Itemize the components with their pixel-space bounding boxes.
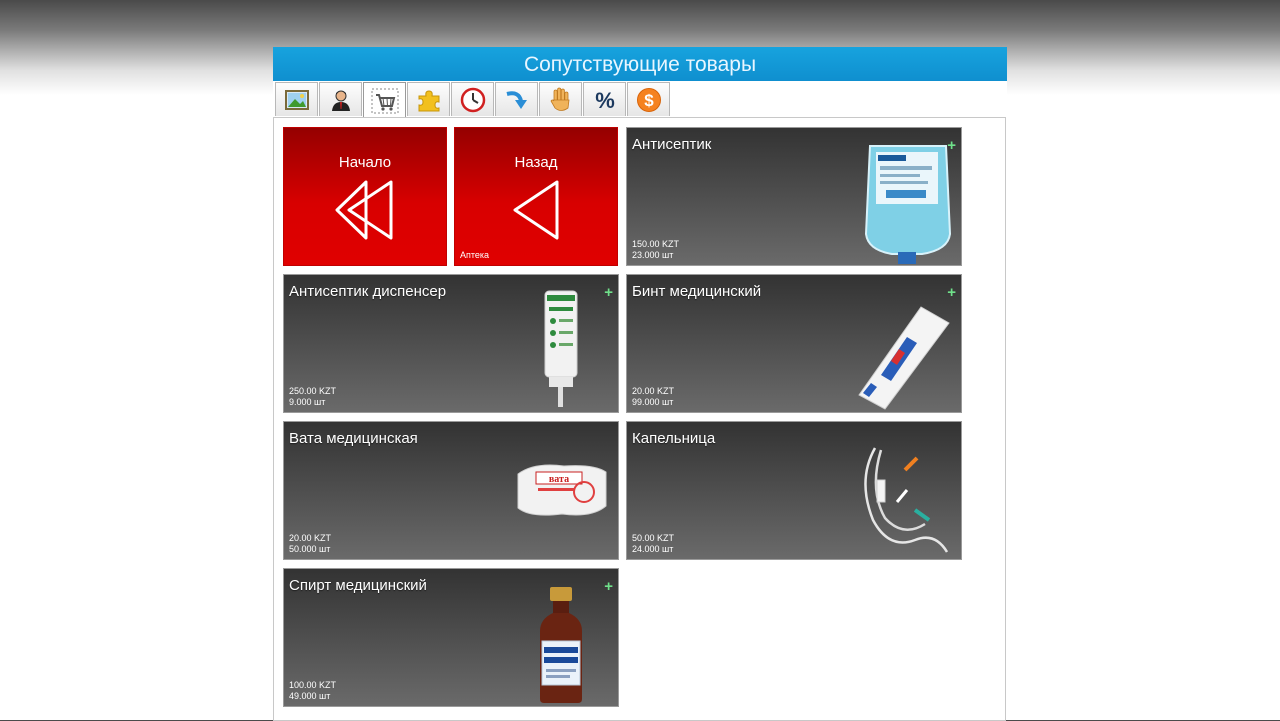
back-category: Аптека (460, 250, 490, 260)
product-price: 150.00 KZT (632, 239, 680, 249)
tool-button-percent[interactable]: % (583, 82, 626, 116)
tool-button-cart[interactable] (363, 82, 406, 118)
percent-icon: % (595, 88, 615, 113)
cotton-package-image: вата (517, 464, 607, 516)
product-tile[interactable]: Антисептик + 150.00 KZT 23.000 шт (626, 127, 962, 266)
product-name: Капельница (632, 430, 716, 447)
add-icon[interactable]: + (947, 284, 956, 301)
bandage-package-image (858, 306, 950, 410)
product-quantity: 99.000 шт (632, 397, 674, 407)
back-label: Назад (514, 154, 558, 171)
svg-text:%: % (595, 88, 615, 113)
product-tile[interactable]: Антисептик диспенсер + 250.00 KZT 9.000 … (283, 274, 619, 413)
product-tile[interactable]: Капельница 50.00 KZT 24.000 шт (626, 421, 962, 560)
tool-button-dollar[interactable]: $ (627, 82, 670, 116)
tool-button-turn[interactable] (495, 82, 538, 116)
product-quantity: 50.000 шт (289, 544, 331, 554)
product-name: Бинт медицинский (632, 283, 762, 300)
product-price: 20.00 KZT (289, 533, 332, 543)
tool-button-hand[interactable] (539, 82, 582, 116)
left-arrow-icon (513, 180, 559, 240)
puzzle-icon (418, 89, 439, 111)
product-quantity: 49.000 шт (289, 691, 331, 701)
product-price: 50.00 KZT (632, 533, 675, 543)
product-quantity: 23.000 шт (632, 250, 674, 260)
product-name: Антисептик диспенсер (289, 283, 447, 300)
product-quantity: 9.000 шт (289, 397, 326, 407)
clock-icon (460, 87, 485, 112)
image-icon (284, 89, 309, 110)
home-tile[interactable]: Начало (283, 127, 447, 266)
tool-button-clock[interactable] (451, 82, 494, 116)
product-tile[interactable]: Спирт медицинский + 100.00 KZT 49.000 шт (283, 568, 619, 707)
back-tile[interactable]: Назад Аптека (454, 127, 618, 266)
product-name: Вата медицинская (289, 430, 418, 447)
product-quantity: 24.000 шт (632, 544, 674, 554)
home-label: Начало (338, 154, 392, 171)
dispenser-bottle-image (544, 290, 578, 407)
tool-button-image[interactable] (275, 82, 318, 116)
dollar-icon: $ (636, 87, 661, 112)
alcohol-bottle-image (540, 587, 582, 703)
toolbar: % $ (275, 82, 671, 118)
product-tile[interactable]: Бинт медицинский + 20.00 KZT 99.000 шт (626, 274, 962, 413)
product-name: Спирт медицинский (289, 577, 427, 594)
product-price: 250.00 KZT (289, 386, 337, 396)
user-icon (331, 90, 350, 111)
arrow-turn-icon (506, 90, 527, 109)
svg-text:вата: вата (549, 474, 569, 485)
double-left-arrow-icon (335, 180, 393, 240)
product-price: 100.00 KZT (289, 680, 337, 690)
svg-text:$: $ (644, 91, 654, 110)
tool-button-puzzle[interactable] (407, 82, 450, 116)
iv-drip-set-image (864, 447, 949, 553)
tool-button-user[interactable] (319, 82, 362, 116)
product-tile[interactable]: Вата медицинская вата 20.00 KZT 50.000 ш… (283, 421, 619, 560)
window-title: Сопутствующие товары (273, 47, 1007, 81)
product-price: 20.00 KZT (632, 386, 675, 396)
add-icon[interactable]: + (604, 284, 613, 301)
antiseptic-bag-image (864, 145, 952, 264)
hand-icon (550, 87, 569, 111)
cart-icon (371, 88, 398, 113)
product-name: Антисептик (632, 136, 712, 153)
pos-window: Сопутствующие товары % $ Начало Назад Ап… (273, 47, 1007, 721)
add-icon[interactable]: + (604, 578, 613, 595)
tile-grid: Начало Назад Аптека Антисептик + 150.00 … (273, 117, 1006, 721)
